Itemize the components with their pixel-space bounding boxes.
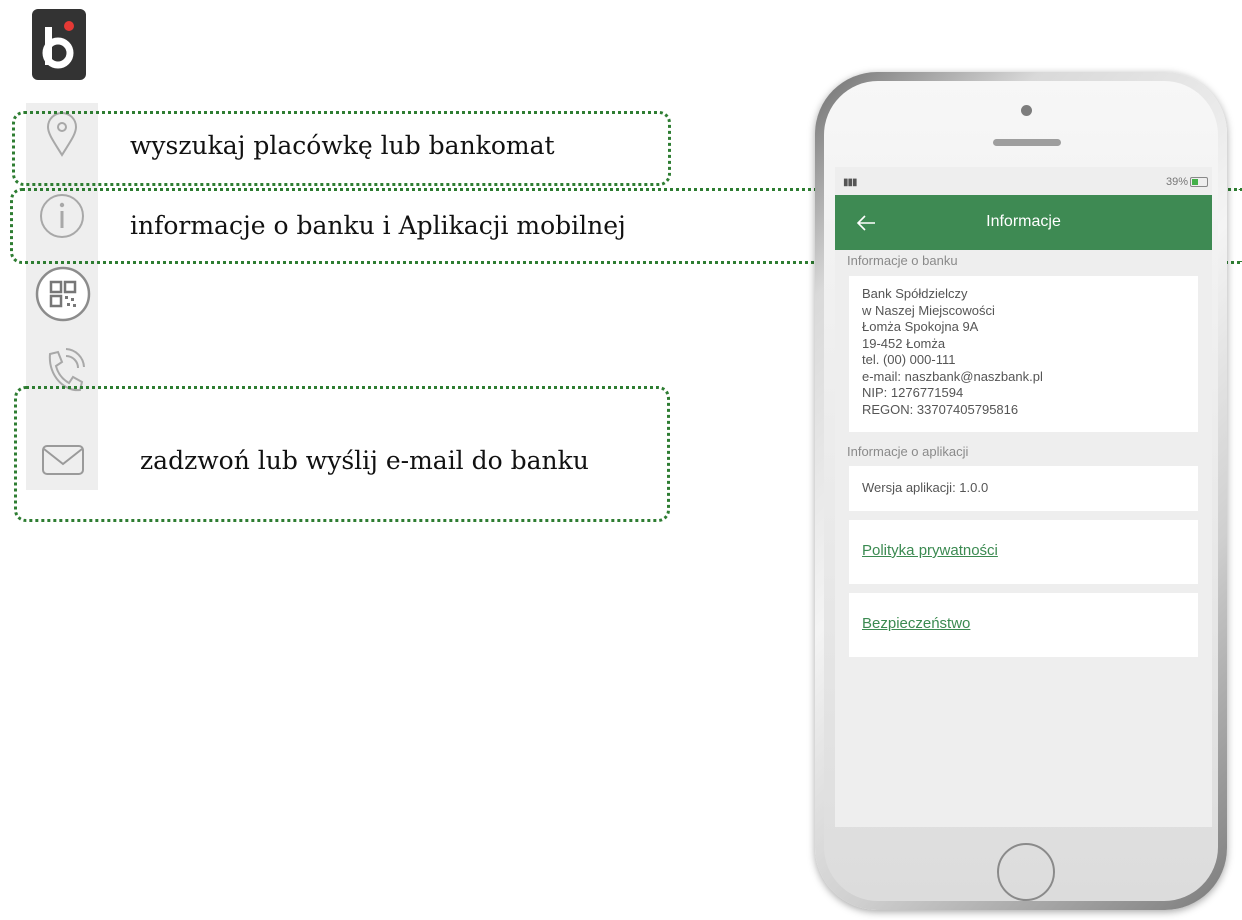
phone-home-button[interactable] bbox=[997, 843, 1055, 901]
app-version: Wersja aplikacji: 1.0.0 bbox=[849, 466, 1198, 511]
bank-b-logo-icon bbox=[42, 21, 74, 69]
privacy-policy-link-card[interactable]: Polityka prywatności bbox=[849, 520, 1198, 584]
bank-info-line: NIP: 1276771594 bbox=[862, 385, 964, 400]
bank-info-line: Łomża Spokojna 9A bbox=[862, 319, 979, 334]
page-title: Informacje bbox=[986, 213, 1061, 230]
battery-icon bbox=[1190, 177, 1208, 187]
battery-percent: 39% bbox=[1165, 176, 1188, 188]
privacy-policy-link[interactable]: Polityka prywatności bbox=[862, 542, 998, 559]
bank-info-card: Bank Spółdzielczy w Naszej Miejscowości … bbox=[849, 276, 1198, 432]
app-header: Informacje bbox=[835, 195, 1212, 250]
bank-info-line: Bank Spółdzielczy bbox=[862, 286, 968, 301]
bank-email[interactable]: e-mail: naszbank@naszbank.pl bbox=[862, 369, 1185, 386]
app-logo bbox=[32, 9, 86, 80]
callout-location-text: wyszukaj placówkę lub bankomat bbox=[130, 131, 555, 160]
status-bar: ▮▮▮ 39% bbox=[835, 167, 1212, 195]
callout-contact-text: zadzwoń lub wyślij e-mail do banku bbox=[140, 446, 589, 475]
qr-code-icon[interactable] bbox=[34, 265, 92, 323]
phone-screen: ▮▮▮ 39% Informacje Informacje o banku Ba… bbox=[835, 167, 1212, 827]
phone-speaker bbox=[993, 139, 1061, 146]
callout-info-text: informacje o banku i Aplikacji mobilnej bbox=[130, 211, 626, 240]
bank-info-line: REGON: 33707405795816 bbox=[862, 401, 1019, 417]
bank-info-line: tel. (00) 000-111 bbox=[862, 352, 956, 367]
security-link[interactable]: Bezpieczeństwo bbox=[862, 615, 970, 632]
phone-camera bbox=[1021, 105, 1032, 116]
security-link-card[interactable]: Bezpieczeństwo bbox=[849, 593, 1198, 657]
bank-section-label: Informacje o banku bbox=[847, 253, 958, 268]
bank-info-line: 19-452 Łomża bbox=[862, 335, 946, 351]
app-section-label: Informacje o aplikacji bbox=[847, 444, 969, 459]
bank-info-line: w Naszej Miejscowości bbox=[862, 302, 995, 318]
signal-icon: ▮▮▮ bbox=[843, 177, 857, 188]
